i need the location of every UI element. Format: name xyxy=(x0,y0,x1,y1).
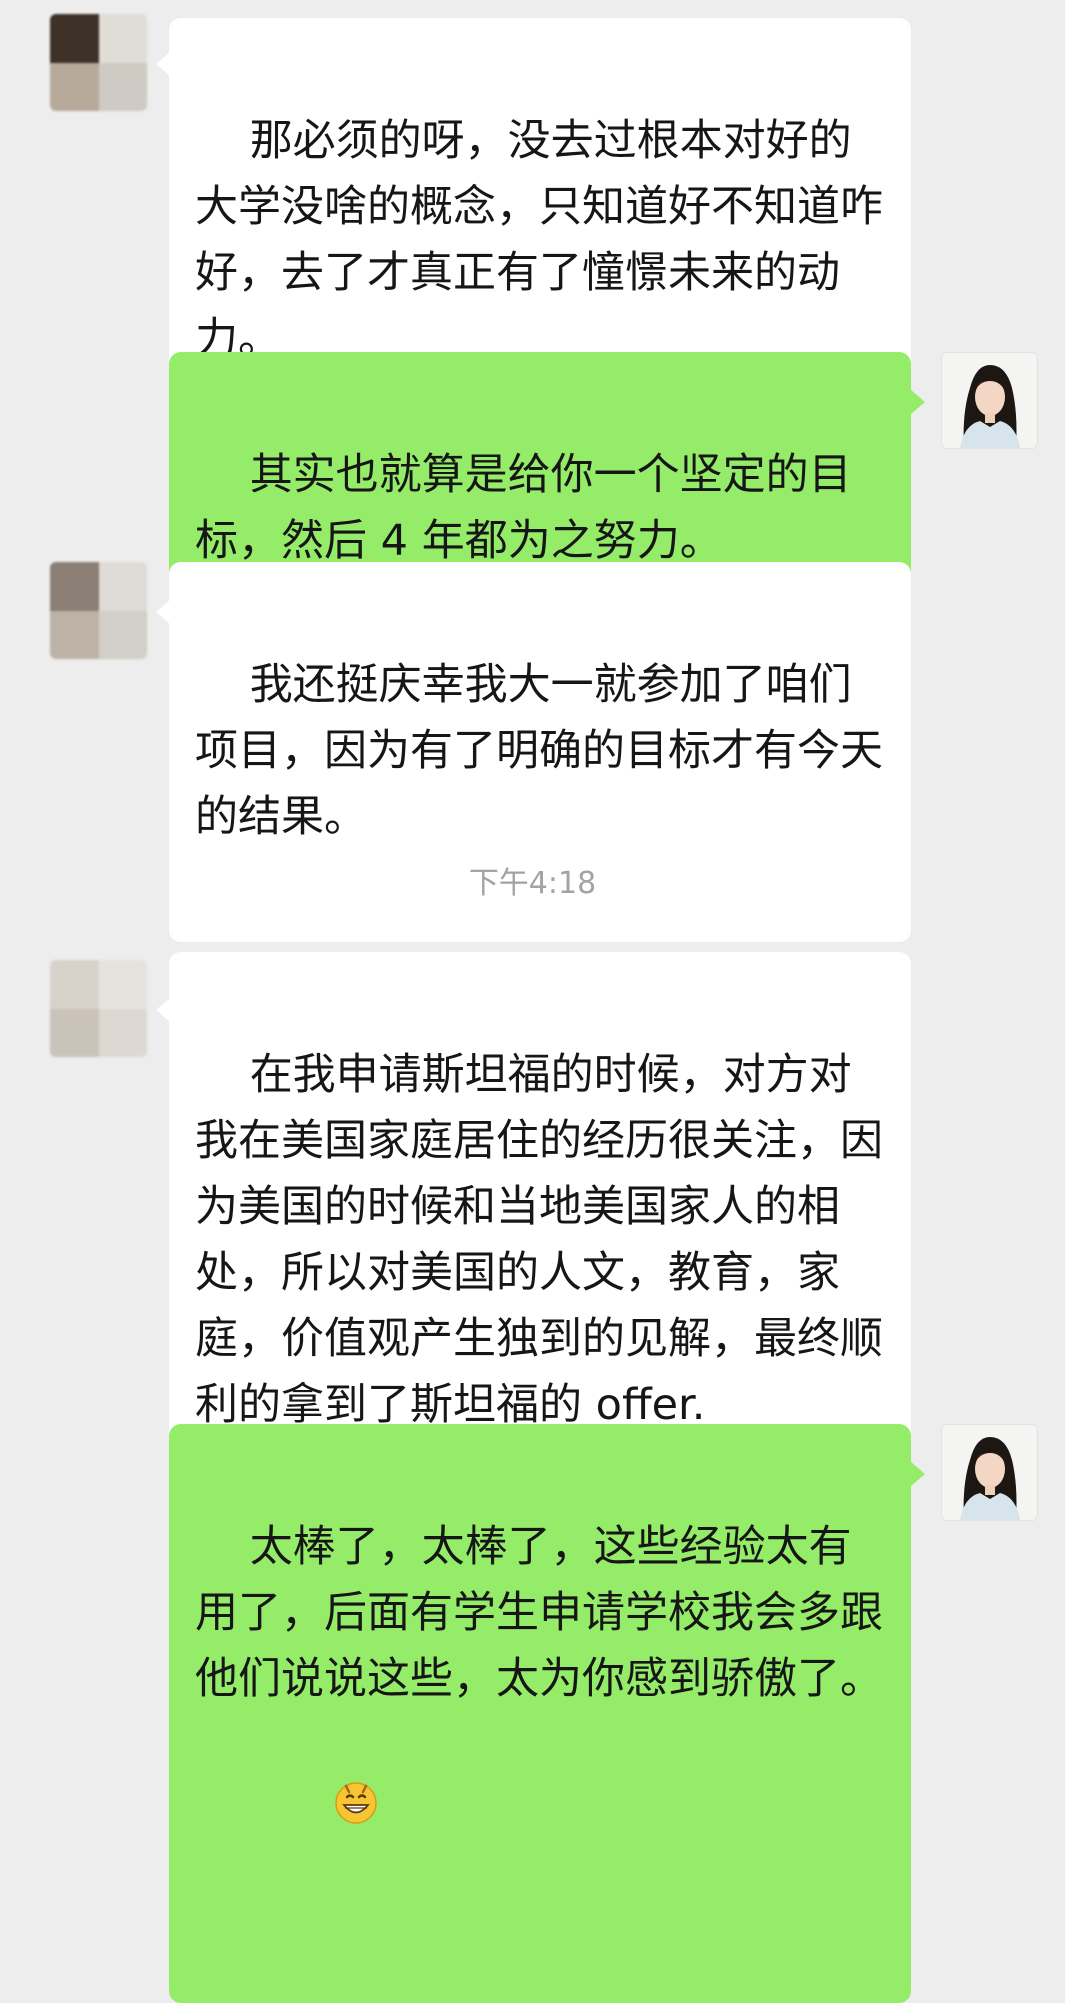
message-text: 那必须的呀，没去过根本对好的大学没啥的概念，只知道好不知道咋好，去了才真正有了憧… xyxy=(195,116,883,364)
message-text: 在我申请斯坦福的时候，对方对我在美国家庭居住的经历很关注，因为美国的时候和当地美… xyxy=(195,1050,883,1430)
message-text: 太棒了，太棒了，这些经验太有用了，后面有学生申请学校我会多跟他们说说这些，太为你… xyxy=(195,1522,883,1704)
contact-avatar[interactable] xyxy=(50,960,147,1057)
contact-avatar[interactable] xyxy=(50,562,147,659)
person-portrait-icon xyxy=(942,1425,1037,1520)
message-text: 我还挺庆幸我大一就参加了咱们项目，因为有了明确的目标才有今天的结果。 xyxy=(195,660,883,842)
bubble-tail xyxy=(911,1462,925,1486)
bubble-tail xyxy=(156,600,170,624)
grinning-face-icon xyxy=(250,1712,380,1911)
chat-view: 那必须的呀，没去过根本对好的大学没啥的概念，只知道好不知道咋好，去了才真正有了憧… xyxy=(0,0,1065,2003)
contact-avatar[interactable] xyxy=(50,14,147,111)
bubble-tail xyxy=(156,998,170,1022)
outgoing-message[interactable]: 太棒了，太棒了，这些经验太有用了，后面有学生申请学校我会多跟他们说说这些，太为你… xyxy=(169,1424,911,2003)
user-avatar[interactable] xyxy=(941,352,1038,449)
bubble-tail xyxy=(156,52,170,76)
user-avatar[interactable] xyxy=(941,1424,1038,1521)
message-timestamp: 下午4:18 xyxy=(468,866,597,901)
message-text: 其实也就算是给你一个坚定的目标，然后 4 年都为之努力。 xyxy=(195,450,852,566)
bubble-tail xyxy=(911,390,925,414)
person-portrait-icon xyxy=(942,353,1037,448)
